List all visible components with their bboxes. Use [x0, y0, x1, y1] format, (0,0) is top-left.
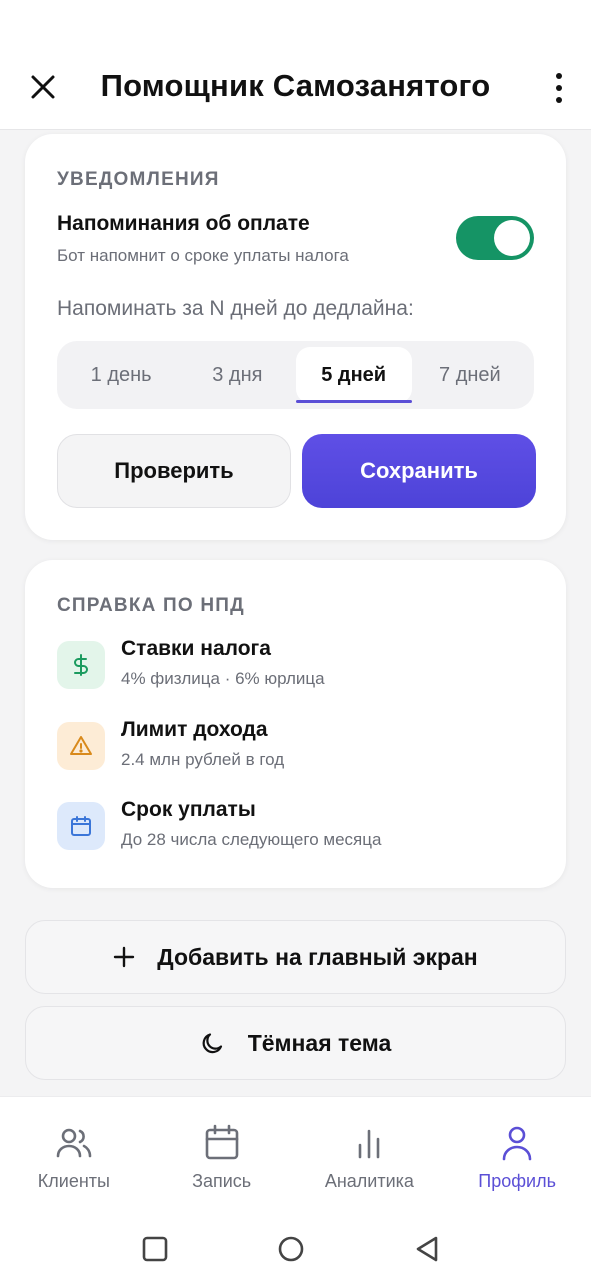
warning-icon — [57, 722, 105, 770]
dollar-icon — [57, 641, 105, 689]
nav-item-profile[interactable]: Профиль — [443, 1097, 591, 1212]
system-navigation-bar — [0, 1212, 591, 1280]
user-icon — [502, 1126, 532, 1161]
bottom-navigation: Клиенты Запись Аналитика Профиль — [0, 1096, 591, 1212]
nav-item-analytics[interactable]: Аналитика — [296, 1097, 444, 1212]
notifications-card: УВЕДОМЛЕНИЯ Напоминания об оплате Бот на… — [25, 134, 566, 540]
toggle-knob — [494, 220, 530, 256]
reminder-subtitle: Бот напомнит о сроке уплаты налога — [57, 246, 349, 265]
more-options-icon[interactable] — [549, 70, 569, 106]
days-before-label: Напоминать за N дней до дедлайна: — [57, 297, 414, 320]
section-label-help: СПРАВКА ПО НПД — [57, 595, 245, 616]
page-title: Помощник Самозанятого — [100, 68, 491, 103]
section-label-notifications: УВЕДОМЛЕНИЯ — [57, 169, 220, 190]
home-circle-icon[interactable] — [274, 1232, 308, 1266]
npd-help-card: СПРАВКА ПО НПД Ставки налога 4% физлица … — [25, 560, 566, 888]
nav-label-clients: Клиенты — [37, 1171, 110, 1191]
nav-label-profile: Профиль — [478, 1171, 556, 1191]
help-item-title: Срок уплаты — [121, 798, 256, 821]
help-item-subtitle: 2.4 млн рублей в год — [121, 750, 285, 769]
nav-label-analytics: Аналитика — [324, 1171, 414, 1191]
calendar-icon — [57, 802, 105, 850]
dark-theme-button[interactable]: Тёмная тема — [25, 1006, 566, 1080]
day-option-1[interactable]: 1 день — [63, 347, 179, 403]
add-to-home-button[interactable]: Добавить на главный экран — [25, 920, 566, 994]
help-item-subtitle: 4% физлица · 6% юрлица — [121, 669, 325, 688]
help-item-payment-deadline[interactable]: Срок уплаты До 28 числа следующего месяц… — [57, 798, 534, 858]
app-screen: Помощник Самозанятого УВЕДОМЛЕНИЯ Напоми… — [0, 0, 591, 1280]
help-item-income-limit[interactable]: Лимит дохода 2.4 млн рублей в год — [57, 718, 534, 778]
nav-item-booking[interactable]: Запись — [148, 1097, 296, 1212]
recent-apps-icon[interactable] — [138, 1232, 172, 1266]
back-triangle-icon[interactable] — [410, 1232, 444, 1266]
check-button[interactable]: Проверить — [57, 434, 291, 508]
dark-theme-label: Тёмная тема — [247, 1029, 392, 1056]
save-button[interactable]: Сохранить — [302, 434, 536, 508]
bar-chart-icon — [359, 1129, 380, 1159]
day-option-7[interactable]: 7 дней — [412, 347, 528, 403]
day-option-3[interactable]: 3 дня — [179, 347, 295, 403]
help-item-subtitle: До 28 числа следующего месяца — [121, 830, 382, 849]
calendar-icon — [205, 1124, 238, 1160]
reminder-title: Напоминания об оплате — [57, 212, 310, 235]
app-header: Помощник Самозанятого — [0, 0, 591, 130]
help-item-title: Ставки налога — [121, 637, 271, 660]
days-selector: 1 день 3 дня 5 дней 7 дней — [57, 341, 534, 409]
nav-item-clients[interactable]: Клиенты — [0, 1097, 148, 1212]
moon-icon — [202, 1033, 222, 1054]
add-to-home-label: Добавить на главный экран — [157, 943, 478, 970]
users-icon — [56, 1128, 92, 1158]
nav-label-booking: Запись — [192, 1171, 252, 1191]
reminder-toggle[interactable] — [456, 216, 534, 260]
plus-icon — [114, 946, 135, 968]
help-item-title: Лимит дохода — [121, 718, 268, 741]
help-item-tax-rates[interactable]: Ставки налога 4% физлица · 6% юрлица — [57, 637, 534, 697]
day-option-5[interactable]: 5 дней — [295, 347, 413, 403]
